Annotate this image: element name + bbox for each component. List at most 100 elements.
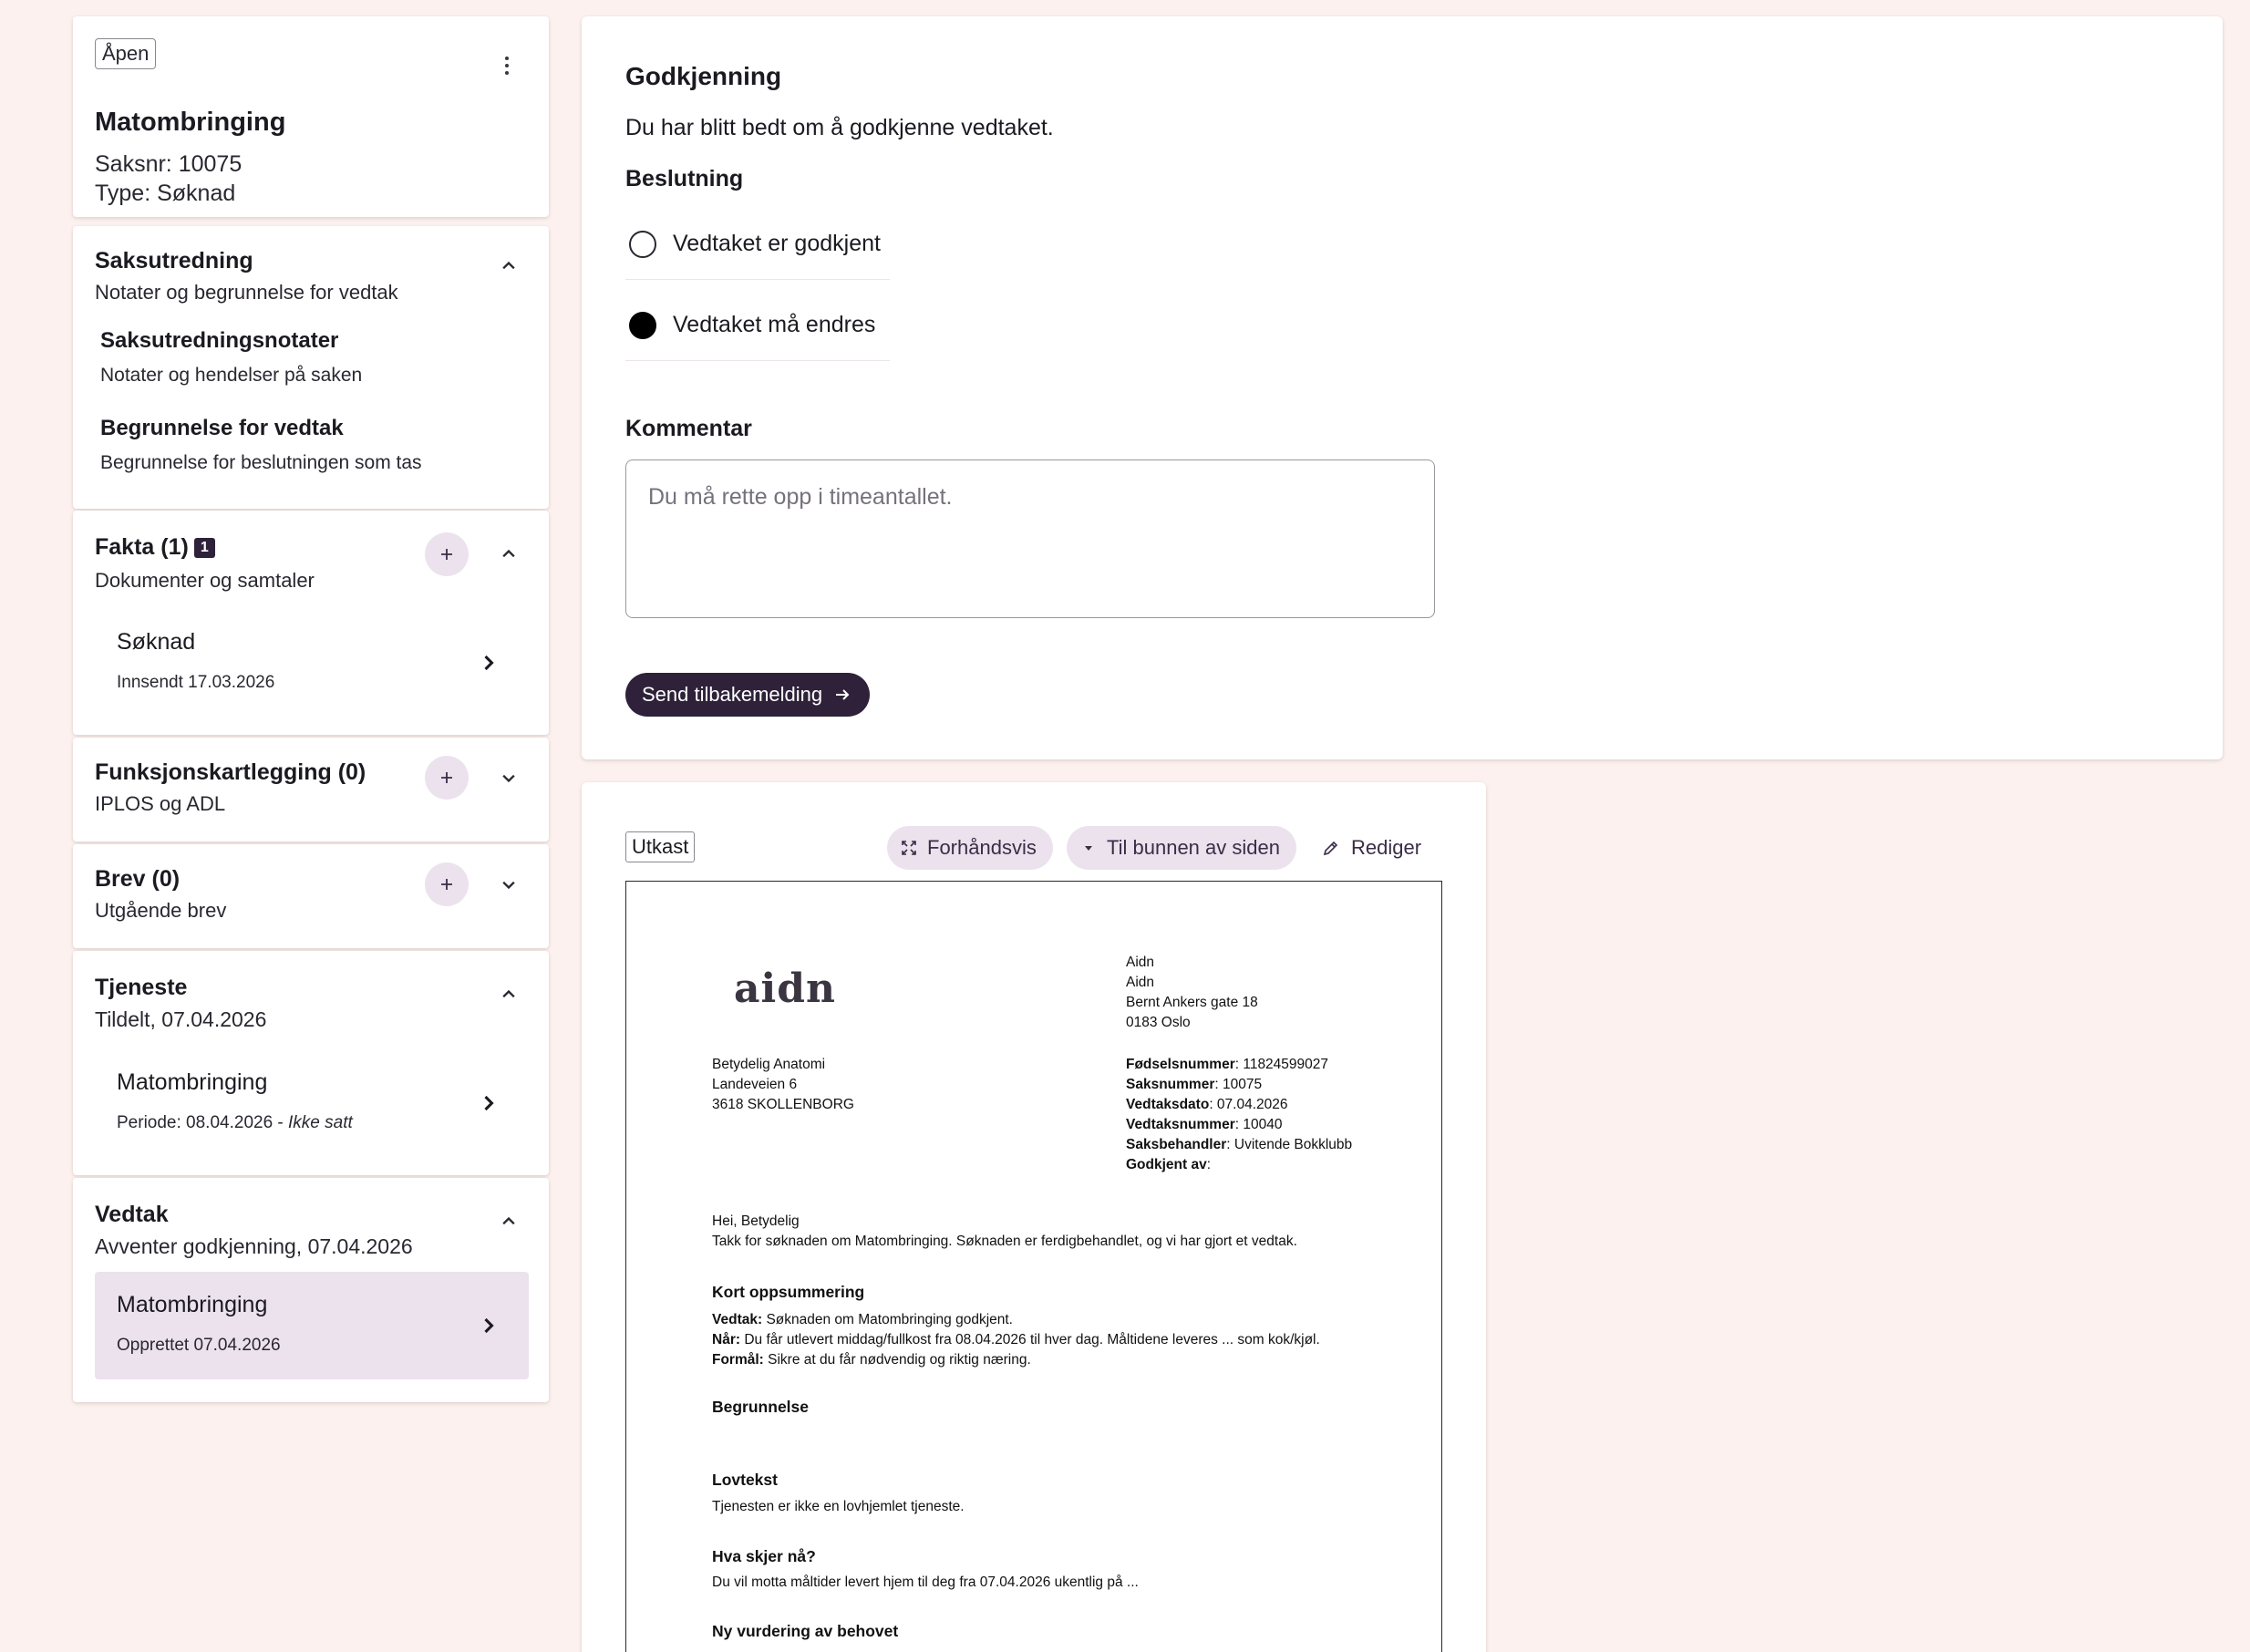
list-item-subtitle: Periode: 08.04.2026 - Ikke satt <box>117 1113 353 1133</box>
list-item-title: Matombringing <box>117 1069 268 1095</box>
edit-button[interactable]: Rediger <box>1322 826 1421 870</box>
chevron-up-icon[interactable] <box>496 253 521 279</box>
chevron-up-icon[interactable] <box>496 542 521 567</box>
brev-subtitle: Utgående brev <box>95 899 227 922</box>
fakta-item-soknad[interactable]: Søknad Innsendt 17.03.2026 <box>95 609 529 717</box>
tjeneste-title: Tjeneste <box>95 975 188 1000</box>
tjeneste-subtitle: Tildelt, 07.04.2026 <box>95 1007 267 1031</box>
saksutredningsnotater-link[interactable]: Saksutredningsnotater Notater og hendels… <box>100 328 362 387</box>
next-heading: Hva skjer nå? <box>712 1547 816 1565</box>
meta-value: : Uvitende Bokklubb <box>1226 1137 1353 1152</box>
list-item-title: Matombringing <box>117 1292 268 1317</box>
sender-line: 0183 Oslo <box>1126 1015 1191 1030</box>
period-status: Ikke satt <box>288 1113 353 1132</box>
caret-down-icon <box>1085 846 1092 851</box>
preview-button[interactable]: Forhåndsvis <box>887 826 1053 870</box>
radio-button-selected[interactable] <box>629 311 656 339</box>
funksjon-title: Funksjonskartlegging (0) <box>95 759 366 785</box>
meta-row: Saksnummer: 10075 <box>1126 1075 1352 1095</box>
recipient-address: Betydelig Anatomi Landeveien 6 3618 SKOL… <box>712 1055 854 1115</box>
meta-row: Godkjent av: <box>1126 1155 1352 1175</box>
summary-heading: Kort oppsummering <box>712 1283 865 1301</box>
sender-address: Aidn Aidn Bernt Ankers gate 18 0183 Oslo <box>1126 953 1258 1033</box>
approval-description: Du har blitt bedt om å godkjenne vedtake… <box>625 115 1054 140</box>
recipient-line: 3618 SKOLLENBORG <box>712 1097 854 1112</box>
comment-label: Kommentar <box>625 416 752 441</box>
reassess-heading: Ny vurdering av behovet <box>712 1622 899 1640</box>
kebab-icon[interactable] <box>496 49 518 82</box>
fakta-title: Fakta (1) 1 <box>95 534 215 561</box>
meta-label: Vedtaksdato <box>1126 1097 1210 1112</box>
approval-card: Godkjenning Du har blitt bedt om å godkj… <box>582 16 2223 759</box>
add-brev-button[interactable] <box>425 862 469 906</box>
law-text: Tjenesten er ikke en lovhjemlet tjeneste… <box>712 1499 965 1514</box>
list-item-title: Søknad <box>117 629 196 655</box>
begrunnelse-link[interactable]: Begrunnelse for vedtak Begrunnelse for b… <box>100 416 422 474</box>
expand-icon <box>902 841 916 855</box>
funksjon-subtitle: IPLOS og ADL <box>95 792 226 815</box>
sender-line: Bernt Ankers gate 18 <box>1126 995 1258 1010</box>
sub-item-title: Begrunnelse for vedtak <box>100 416 344 440</box>
chevron-up-icon[interactable] <box>496 982 521 1007</box>
summary-line: Når: Du får utlevert middag/fullkost fra… <box>712 1330 1320 1350</box>
sub-item-subtitle: Notater og hendelser på saken <box>100 365 363 386</box>
sender-line: Aidn <box>1126 975 1155 990</box>
vedtak-title: Vedtak <box>95 1202 169 1227</box>
meta-label: Saksnummer <box>1126 1077 1215 1092</box>
summary-label: Når: <box>712 1332 741 1347</box>
law-heading: Lovtekst <box>712 1471 778 1489</box>
sub-item-subtitle: Begrunnelse for beslutningen som tas <box>100 452 422 473</box>
radio-button[interactable] <box>629 230 656 258</box>
saksutredning-title: Saksutredning <box>95 248 253 274</box>
meta-label: Godkjent av <box>1126 1157 1207 1172</box>
chevron-up-icon[interactable] <box>496 1209 521 1234</box>
meta-value: : 07.04.2026 <box>1209 1097 1288 1112</box>
scroll-bottom-button[interactable]: Til bunnen av siden <box>1067 826 1296 870</box>
chevron-right-icon <box>484 1095 494 1111</box>
fakta-subtitle: Dokumenter og samtaler <box>95 569 315 592</box>
reason-heading: Begrunnelse <box>712 1398 809 1416</box>
approval-title: Godkjenning <box>625 62 782 90</box>
summary-body: Vedtak: Søknaden om Matombringing godkje… <box>712 1310 1320 1370</box>
chevron-down-icon[interactable] <box>496 765 521 790</box>
fakta-title-text: Fakta (1) <box>95 534 189 560</box>
tjeneste-item-matombringing[interactable]: Matombringing Periode: 08.04.2026 - Ikke… <box>95 1049 529 1157</box>
summary-line: Formål: Sikre at du får nødvendig og rik… <box>712 1350 1320 1370</box>
meta-value: : 10040 <box>1234 1117 1283 1132</box>
comment-field[interactable] <box>625 459 1435 618</box>
vedtak-section: Vedtak Avventer godkjenning, 07.04.2026 … <box>73 1178 549 1402</box>
case-status-tag: Åpen <box>95 38 157 69</box>
add-fakta-button[interactable] <box>425 532 469 576</box>
scroll-bottom-label: Til bunnen av siden <box>1107 836 1280 859</box>
summary-text: Du får utlevert middag/fullkost fra 08.0… <box>740 1332 1320 1347</box>
radio-approved[interactable]: Vedtaket er godkjent <box>625 209 890 280</box>
plus-icon <box>441 772 452 783</box>
aidn-logo: aidn <box>734 965 836 1012</box>
meta-value: : <box>1206 1157 1212 1172</box>
next-text: Du vil motta måltider levert hjem til de… <box>712 1575 1139 1590</box>
pencil-icon <box>1323 841 1338 856</box>
add-funksjon-button[interactable] <box>425 756 469 800</box>
meta-label: Vedtaksnummer <box>1126 1117 1235 1132</box>
case-number: Saksnr: 10075 <box>95 151 243 177</box>
intro-line: Takk for søknaden om Matombringing. Søkn… <box>712 1234 1297 1249</box>
document-status-tag: Utkast <box>625 831 696 862</box>
sender-line: Aidn <box>1126 955 1155 970</box>
fakta-section: Fakta (1) 1 Dokumenter og samtaler Søknad… <box>73 511 549 735</box>
chevron-down-icon[interactable] <box>496 872 521 897</box>
meta-row: Saksbehandler: Uvitende Bokklubb <box>1126 1135 1352 1155</box>
saksutredning-section: Saksutredning Notater og begrunnelse for… <box>73 226 549 509</box>
saksutredning-subtitle: Notater og begrunnelse for vedtak <box>95 281 398 304</box>
radio-label: Vedtaket er godkjent <box>673 231 881 256</box>
case-title: Matombringing <box>95 108 286 137</box>
brev-section: Brev (0) Utgående brev <box>73 844 549 948</box>
vedtak-item-matombringing[interactable]: Matombringing Opprettet 07.04.2026 <box>95 1272 529 1379</box>
preview-label: Forhåndsvis <box>927 836 1037 859</box>
meta-row: Fødselsnummer: 11824599027 <box>1126 1055 1352 1075</box>
radio-must-change[interactable]: Vedtaket må endres <box>625 290 890 361</box>
vedtak-subtitle: Avventer godkjenning, 07.04.2026 <box>95 1234 413 1258</box>
meta-label: Saksbehandler <box>1126 1137 1227 1152</box>
arrow-right-icon <box>836 689 850 700</box>
send-feedback-button[interactable]: Send tilbakemelding <box>625 673 871 717</box>
list-item-subtitle: Innsendt 17.03.2026 <box>117 673 275 692</box>
